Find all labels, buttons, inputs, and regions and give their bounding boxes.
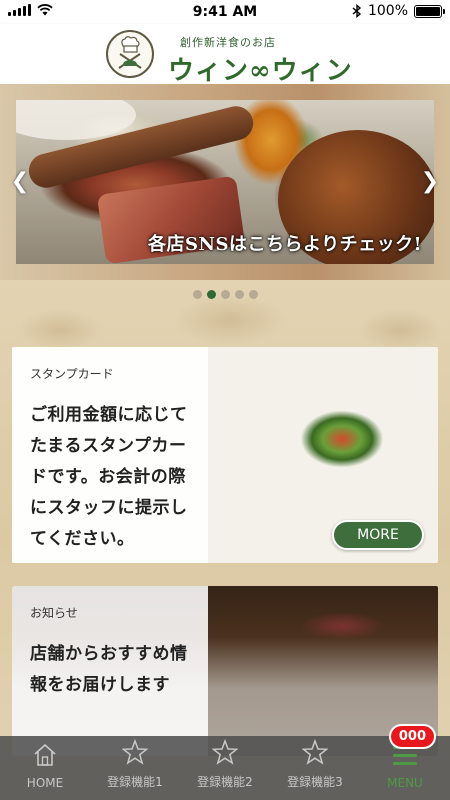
tab-feature-3-label: 登録機能3 bbox=[287, 775, 343, 789]
tab-home[interactable]: HOME bbox=[0, 736, 90, 800]
tab-feature-1[interactable]: 登録機能1 bbox=[90, 736, 180, 800]
bluetooth-icon bbox=[352, 4, 362, 18]
tab-feature-3[interactable]: 登録機能3 bbox=[270, 736, 360, 800]
chef-logo-icon bbox=[118, 36, 142, 69]
shop-logo bbox=[106, 30, 154, 78]
status-right: 100% bbox=[352, 3, 445, 19]
star-icon bbox=[122, 739, 148, 765]
shop-name: ウィン∞ウィン bbox=[168, 56, 353, 86]
tab-home-label: HOME bbox=[26, 776, 64, 790]
battery-level bbox=[416, 6, 440, 16]
more-button[interactable]: MORE bbox=[332, 520, 424, 550]
notification-badge: 000 bbox=[388, 724, 436, 749]
pagination-dot[interactable] bbox=[234, 290, 244, 299]
status-bar: 9:41 AM 100% bbox=[0, 0, 450, 24]
tab-menu[interactable]: 000 MENU bbox=[360, 724, 450, 800]
star-icon bbox=[302, 739, 328, 765]
tab-feature-1-label: 登録機能1 bbox=[107, 775, 163, 789]
slider-pagination bbox=[0, 290, 450, 299]
tab-feature-2-label: 登録機能2 bbox=[197, 775, 253, 789]
tab-menu-label: MENU bbox=[387, 776, 423, 790]
chevron-left-icon[interactable]: ❮ bbox=[10, 168, 30, 196]
shop-tagline: 創作新洋食のお店 bbox=[180, 36, 276, 49]
star-icon bbox=[212, 739, 238, 765]
slide-caption: 各店SNSはこちらよりチェック! bbox=[148, 234, 422, 255]
stamp-card-label: スタンプカード bbox=[30, 367, 114, 381]
pagination-dot[interactable] bbox=[192, 290, 202, 299]
pagination-dot[interactable] bbox=[248, 290, 258, 299]
battery-icon bbox=[414, 4, 445, 18]
battery-percent: 100% bbox=[367, 3, 408, 19]
home-icon bbox=[34, 743, 56, 766]
app-header: 創作新洋食のお店 ウィン∞ウィン bbox=[0, 24, 450, 86]
news-banner[interactable]: お知らせ 店舗からおすすめ情報をお届けします bbox=[12, 586, 438, 756]
hero-slide[interactable]: 各店SNSはこちらよりチェック! bbox=[16, 100, 434, 264]
pagination-dot[interactable] bbox=[206, 290, 216, 299]
news-panel: お知らせ 店舗からおすすめ情報をお届けします bbox=[12, 586, 208, 756]
stamp-card-banner[interactable]: スタンプカード ご利用金額に応じてたまるスタンプカードです。お会計の際にスタッフ… bbox=[12, 347, 438, 563]
news-text: 店舗からおすすめ情報をお届けします bbox=[30, 644, 188, 695]
pagination-dot[interactable] bbox=[220, 290, 230, 299]
stamp-card-panel: スタンプカード ご利用金額に応じてたまるスタンプカードです。お会計の際にスタッフ… bbox=[12, 347, 208, 563]
chevron-right-icon[interactable]: ❯ bbox=[420, 168, 440, 196]
bottom-tab-bar: HOME 登録機能1 登録機能2 登録機能3 000 MENU bbox=[0, 724, 450, 800]
tab-feature-2[interactable]: 登録機能2 bbox=[180, 736, 270, 800]
stamp-card-text: ご利用金額に応じてたまるスタンプカードです。お会計の際にスタッフに提示してくださ… bbox=[30, 405, 188, 549]
news-label: お知らせ bbox=[30, 606, 78, 620]
